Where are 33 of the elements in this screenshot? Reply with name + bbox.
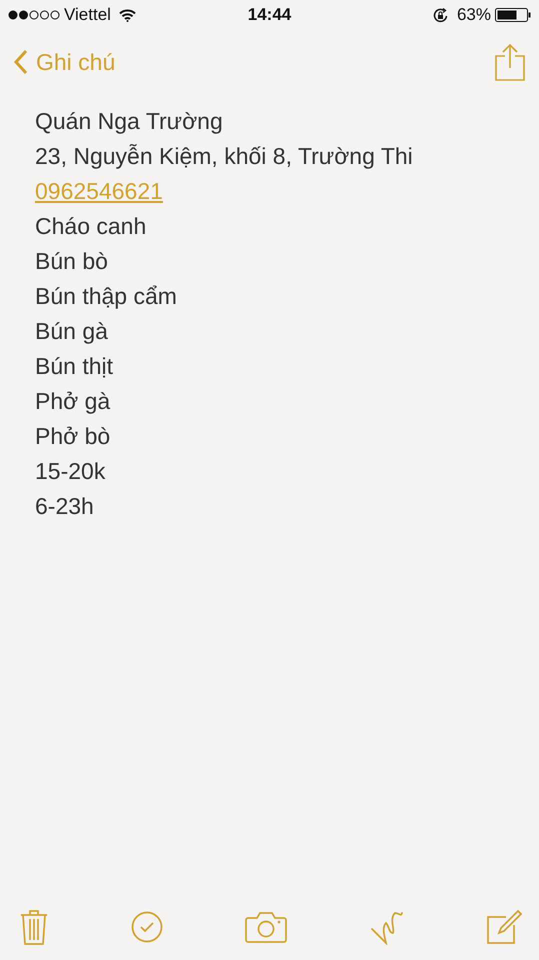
squiggle-icon <box>370 909 404 945</box>
back-button[interactable]: Ghi chú <box>14 44 116 80</box>
rotation-lock-icon <box>432 6 449 24</box>
checkmark-circle-icon <box>130 911 162 943</box>
share-icon <box>495 43 525 81</box>
note-line: 6-23h <box>35 493 94 519</box>
battery-percentage: 63% <box>456 4 491 26</box>
note-line: Phở bò <box>35 423 110 449</box>
battery-icon <box>494 8 531 22</box>
compose-button[interactable] <box>486 909 522 945</box>
note-line: Bún thịt <box>35 353 113 379</box>
chevron-left-icon <box>14 49 28 75</box>
carrier-name: Viettel <box>64 4 111 26</box>
camera-icon <box>245 911 287 943</box>
share-button[interactable] <box>495 43 525 81</box>
sketch-button[interactable] <box>370 909 404 945</box>
note-line: Phở gà <box>35 388 110 414</box>
phone-link[interactable]: 0962546621 <box>35 178 163 204</box>
camera-button[interactable] <box>245 911 287 943</box>
clock-time: 14:44 <box>248 4 292 26</box>
note-line: Bún thập cẩm <box>35 283 177 309</box>
compose-icon <box>486 909 522 945</box>
note-line: 15-20k <box>35 458 106 484</box>
signal-icon <box>8 10 60 20</box>
note-line: 23, Nguyễn Kiệm, khối 8, Trường Thi <box>35 143 413 169</box>
trash-icon <box>20 908 48 946</box>
note-line: Cháo canh <box>35 213 146 239</box>
note-line: Quán Nga Trường <box>35 108 223 134</box>
note-line: Bún gà <box>35 318 108 344</box>
checklist-button[interactable] <box>130 911 162 943</box>
note-line: Bún bò <box>35 248 108 274</box>
wifi-icon <box>118 8 136 22</box>
delete-button[interactable] <box>20 908 48 946</box>
